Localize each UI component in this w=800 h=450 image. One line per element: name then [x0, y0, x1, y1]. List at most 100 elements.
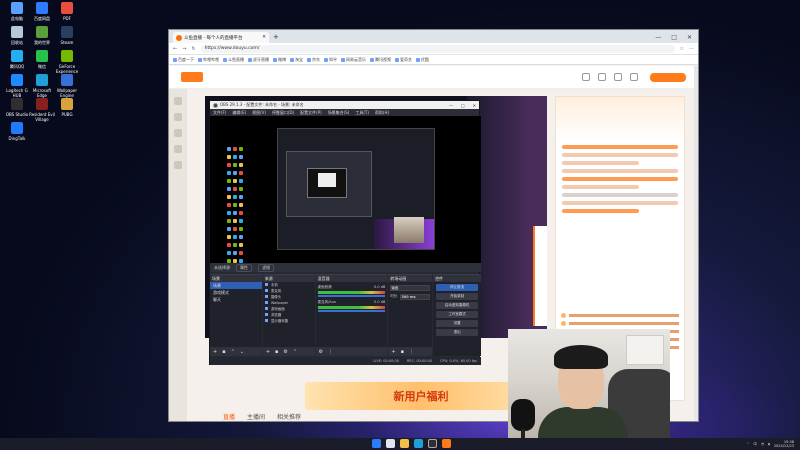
virtual-camera-button[interactable]: 启动虚拟摄像机: [436, 302, 479, 309]
transition-select[interactable]: 淡出: [390, 285, 431, 291]
page-scrollbar[interactable]: [694, 66, 698, 421]
scene-item[interactable]: 游戏模式: [210, 289, 262, 296]
duration-input[interactable]: 300 ms: [400, 294, 431, 300]
obs-menu-item[interactable]: 视图(V): [252, 110, 266, 116]
remove-icon[interactable]: ▪: [222, 349, 225, 355]
tab-live[interactable]: 直播: [223, 412, 235, 421]
language-indicator[interactable]: 中: [753, 442, 757, 447]
promo-banner[interactable]: 新用户福利: [305, 382, 537, 410]
history-icon[interactable]: [582, 73, 590, 81]
browser-tab[interactable]: 斗鱼直播 - 每个人的直播平台 ✕: [173, 32, 269, 43]
more-icon[interactable]: [174, 161, 182, 169]
desktop-icon[interactable]: OBS Studio: [4, 98, 30, 117]
obs-menu-item[interactable]: 工具(T): [355, 110, 369, 116]
desktop-icon[interactable]: PUBG: [54, 98, 80, 117]
add-icon[interactable]: +: [266, 349, 270, 355]
settings-button[interactable]: 设置: [436, 320, 479, 327]
desktop-icon[interactable]: 腾讯QQ: [4, 50, 30, 69]
forward-icon[interactable]: →: [182, 46, 186, 52]
filters-button[interactable]: 滤镜: [258, 263, 274, 272]
obs-menu-item[interactable]: 场景集合(S): [328, 110, 350, 116]
new-tab-button[interactable]: +: [273, 32, 279, 43]
obs-menu-item[interactable]: 帮助(H): [375, 110, 389, 116]
desktop-icon[interactable]: 此电脑: [4, 2, 30, 21]
more-icon[interactable]: ⋮: [328, 349, 333, 355]
bookmark-item[interactable]: 网易云音乐: [341, 57, 366, 63]
desktop-icon[interactable]: Resident Evil Village: [29, 98, 55, 122]
maximize-button[interactable]: □: [671, 32, 677, 43]
exit-button[interactable]: 退出: [436, 329, 479, 336]
volume-slider[interactable]: [317, 310, 386, 312]
wifi-icon[interactable]: ◔: [761, 442, 764, 446]
add-icon[interactable]: +: [213, 349, 217, 355]
volume-slider[interactable]: [317, 295, 386, 297]
gear-icon[interactable]: ⚙: [283, 349, 287, 355]
add-icon[interactable]: +: [391, 349, 395, 355]
gear-icon[interactable]: ⚙: [319, 349, 323, 355]
tab-anchor[interactable]: 主播间: [247, 412, 265, 421]
stop-streaming-button[interactable]: 停止推流: [436, 284, 479, 291]
desktop-icon[interactable]: PDF: [54, 2, 80, 21]
login-button[interactable]: [650, 72, 686, 82]
desktop-icon[interactable]: Microsoft Edge: [29, 74, 55, 98]
douyu-taskbar-icon[interactable]: [442, 439, 451, 448]
source-item[interactable]: 显示器采集: [263, 318, 315, 324]
bookmark-item[interactable]: 优酷: [416, 57, 429, 63]
bookmark-item[interactable]: 斗鱼直播: [223, 57, 244, 63]
menu-icon[interactable]: ⋯: [689, 46, 694, 52]
star-icon[interactable]: ☆: [680, 46, 684, 52]
chevron-up-icon[interactable]: ⌃: [746, 442, 749, 446]
game-icon[interactable]: [174, 129, 182, 137]
desktop-icon[interactable]: GeForce Experience: [54, 50, 80, 74]
transition-type[interactable]: 淡出: [390, 285, 431, 291]
bookmark-item[interactable]: 微博: [273, 57, 286, 63]
scene-item[interactable]: 场景: [210, 282, 262, 289]
message-icon[interactable]: [630, 73, 638, 81]
scene-item[interactable]: 聊天: [210, 296, 262, 303]
back-icon[interactable]: ←: [173, 46, 177, 52]
video-icon[interactable]: [174, 145, 182, 153]
properties-button[interactable]: 属性: [236, 263, 252, 272]
bookmark-item[interactable]: 腾讯视频: [370, 57, 391, 63]
remove-icon[interactable]: ▪: [401, 349, 404, 355]
volume-icon[interactable]: ◖: [768, 442, 770, 446]
desktop-icon[interactable]: DingTalk: [4, 122, 30, 141]
bookmark-item[interactable]: 爱奇艺: [395, 57, 412, 63]
remove-icon[interactable]: ▪: [275, 349, 278, 355]
obs-menu-item[interactable]: 文件(F): [213, 110, 226, 116]
start-recording-button[interactable]: 开始录制: [436, 293, 479, 300]
file-explorer-icon[interactable]: [400, 439, 409, 448]
close-window-button[interactable]: ✕: [473, 103, 476, 108]
desktop-icon[interactable]: 百度网盘: [29, 2, 55, 21]
url-input[interactable]: https://www.douyu.com/: [200, 44, 675, 53]
minimize-button[interactable]: —: [449, 103, 453, 108]
obs-menu-item[interactable]: 配置文件(P): [300, 110, 322, 116]
player-popup[interactable]: [533, 226, 547, 326]
bookmark-item[interactable]: 百度一下: [173, 57, 194, 63]
more-icon[interactable]: ⋮: [409, 349, 414, 355]
douyu-logo[interactable]: [181, 72, 203, 82]
up-icon[interactable]: ⌃: [231, 349, 235, 355]
studio-mode-button[interactable]: 工作室模式: [436, 311, 479, 318]
desktop-icon[interactable]: 我的世界: [29, 26, 55, 45]
home-icon[interactable]: [174, 97, 182, 105]
bookmark-item[interactable]: 淘宝: [290, 57, 303, 63]
tab-related[interactable]: 相关推荐: [277, 412, 301, 421]
obs-taskbar-icon[interactable]: [428, 439, 437, 448]
reload-icon[interactable]: ↻: [191, 46, 195, 52]
obs-menu-item[interactable]: 编辑(E): [232, 110, 246, 116]
bookmark-item[interactable]: 知乎: [324, 57, 337, 63]
desktop-icon[interactable]: Wallpaper Engine: [54, 74, 80, 98]
download-icon[interactable]: [614, 73, 622, 81]
obs-menu-item[interactable]: 停靠窗口(D): [272, 110, 294, 116]
down-icon[interactable]: ⌄: [240, 349, 244, 355]
close-window-button[interactable]: ✕: [687, 32, 692, 43]
desktop-icon[interactable]: 微信: [29, 50, 55, 69]
category-icon[interactable]: [174, 113, 182, 121]
desktop-icon[interactable]: Steam: [54, 26, 80, 45]
edge-icon[interactable]: [414, 439, 423, 448]
start-icon[interactable]: [372, 439, 381, 448]
close-icon[interactable]: ✕: [262, 35, 266, 40]
bookmark-item[interactable]: 虎牙直播: [248, 57, 269, 63]
follow-icon[interactable]: [598, 73, 606, 81]
